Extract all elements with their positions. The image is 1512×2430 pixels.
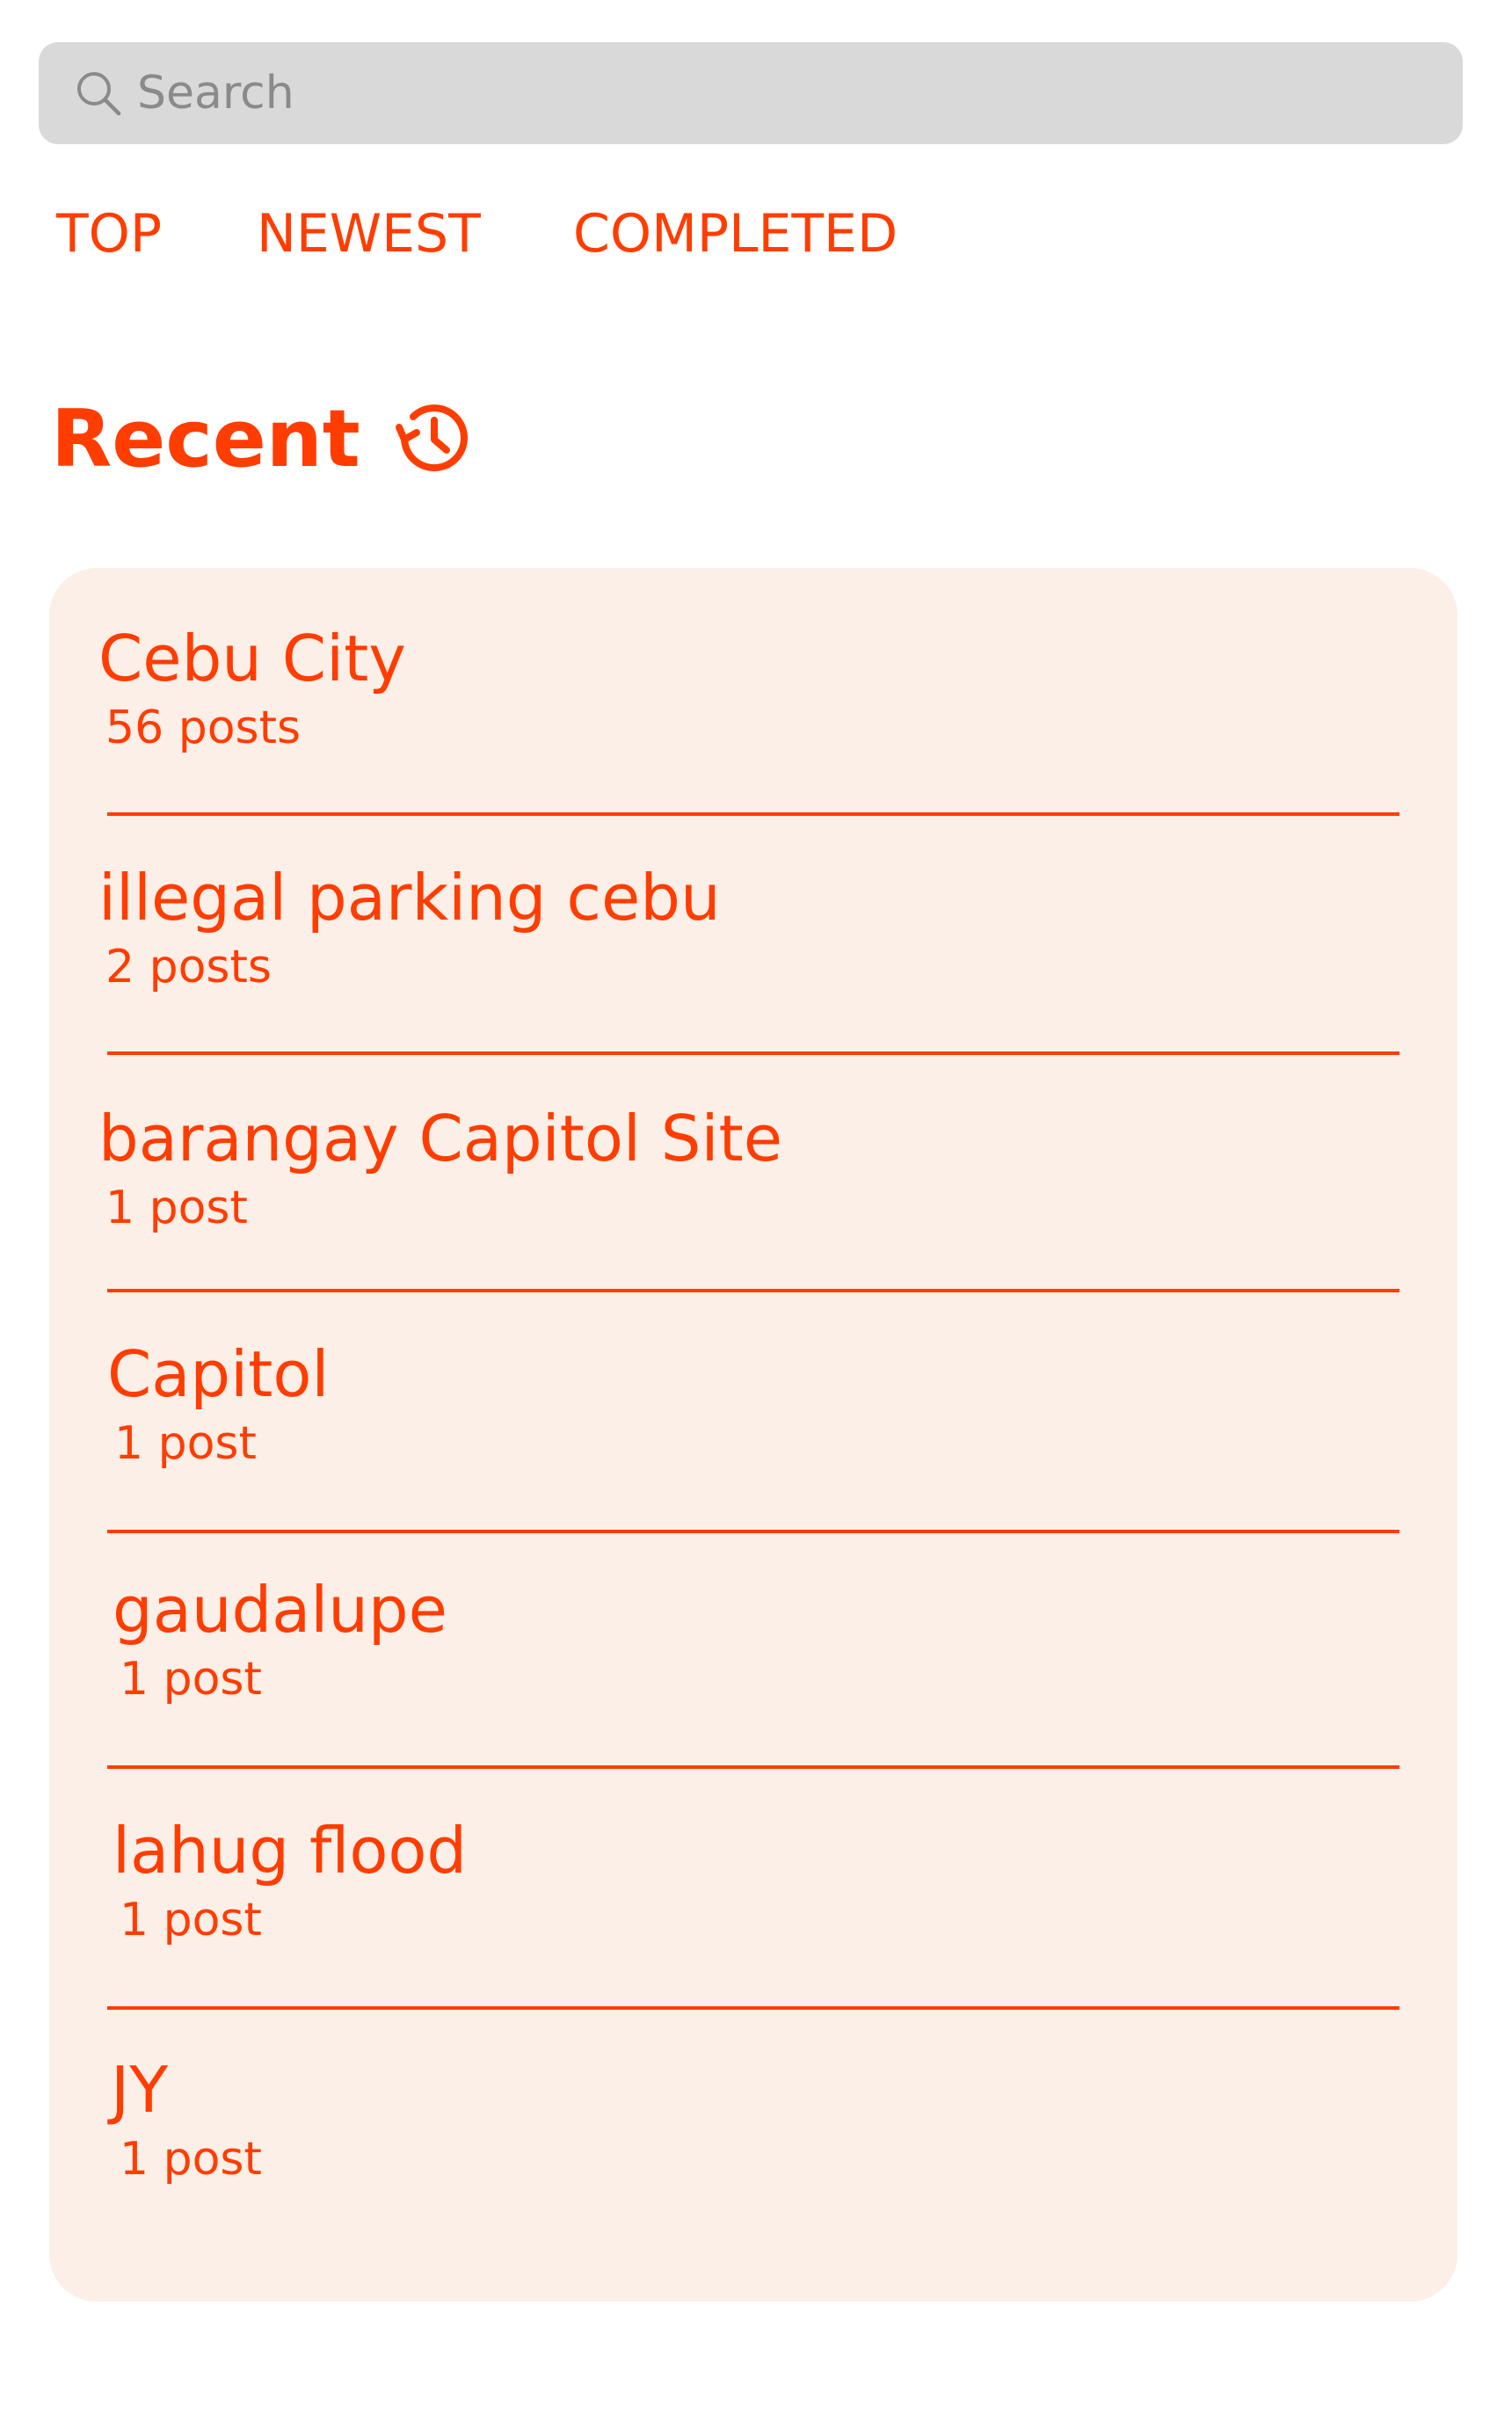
item-post-count: 1 post <box>114 1417 257 1470</box>
list-item[interactable]: illegal parking cebu 2 posts <box>49 807 1457 1046</box>
recent-list-card: Cebu City 56 posts illegal parking cebu … <box>49 568 1457 2302</box>
item-title: JY <box>111 2053 169 2127</box>
item-title: gaudalupe <box>113 1573 447 1647</box>
recent-title: Recent <box>51 393 360 485</box>
list-item[interactable]: barangay Capitol Site 1 post <box>49 1048 1457 1287</box>
item-title: lahug flood <box>113 1814 468 1888</box>
tab-newest[interactable]: NEWEST <box>257 199 481 269</box>
list-item[interactable]: JY 1 post <box>49 1999 1457 2238</box>
item-title: Capitol <box>107 1337 330 1411</box>
item-title: barangay Capitol Site <box>98 1102 783 1175</box>
recent-heading: Recent <box>51 391 475 488</box>
list-item[interactable]: Cebu City 56 posts <box>49 568 1457 807</box>
item-post-count: 1 post <box>120 1653 262 1706</box>
search-bar[interactable] <box>39 42 1463 144</box>
item-post-count: 1 post <box>120 2133 262 2186</box>
item-post-count: 56 posts <box>105 702 302 754</box>
item-title: illegal parking cebu <box>98 861 721 935</box>
item-title: Cebu City <box>98 622 406 695</box>
item-post-count: 1 post <box>120 1894 262 1946</box>
tab-completed[interactable]: COMPLETED <box>573 199 898 269</box>
tab-top[interactable]: TOP <box>56 199 162 269</box>
item-post-count: 1 post <box>105 1182 248 1234</box>
list-item[interactable]: lahug flood 1 post <box>49 1760 1457 1999</box>
search-input[interactable] <box>137 58 1438 128</box>
item-post-count: 2 posts <box>105 941 273 993</box>
history-icon <box>394 397 475 482</box>
search-icon <box>74 69 123 118</box>
list-item[interactable]: gaudalupe 1 post <box>49 1519 1457 1758</box>
list-item[interactable]: Capitol 1 post <box>49 1284 1457 1523</box>
